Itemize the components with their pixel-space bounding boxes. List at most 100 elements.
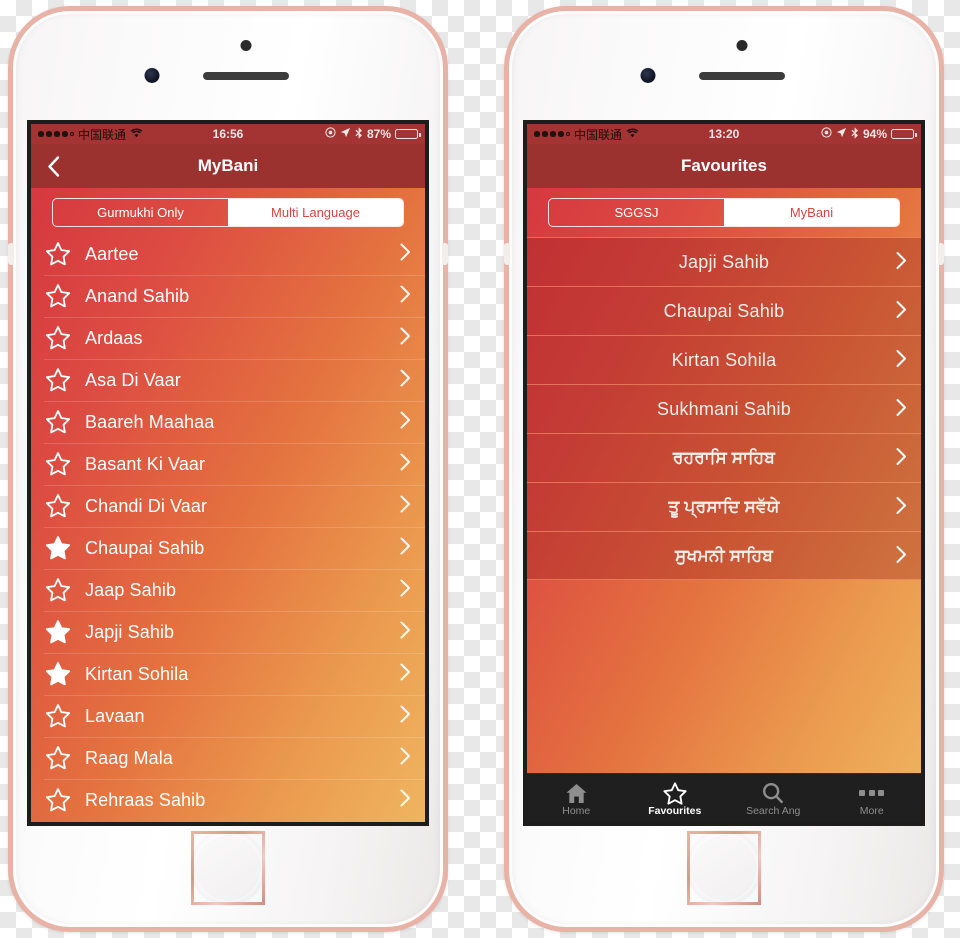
list-item[interactable]: Raag Mala <box>31 737 425 779</box>
bluetooth-icon <box>355 126 363 142</box>
location-arrow-icon <box>340 127 351 141</box>
screen-content: SGGSJ MyBani Japji Sahib Chaupai Sahib Kir… <box>527 188 921 822</box>
list-item[interactable]: Rehraas Sahib <box>31 779 425 821</box>
favourite-item-label: ਤੂ ਪ੍ਰਸਾਦਿ ਸਵੱਯੇ <box>668 497 780 516</box>
list-item[interactable]: Jaap Sahib <box>31 569 425 611</box>
phone-screen-left: 中国联通 16:56 87% MyBani Gurmukhi Only Mult… <box>27 120 429 826</box>
tab-label: Home <box>562 805 591 818</box>
screen-content: Gurmukhi Only Multi Language Aartee Anand… <box>31 188 425 822</box>
segment-gurmukhi-only[interactable]: Gurmukhi Only <box>53 199 228 226</box>
tab-favourites[interactable]: Favourites <box>626 774 725 822</box>
favourites-list: Japji Sahib Chaupai Sahib Kirtan Sohila Suk… <box>527 237 921 580</box>
favourite-item-label: ਸੁਖਮਨੀ ਸਾਹਿਬ <box>674 545 774 565</box>
star-icon[interactable] <box>44 409 72 435</box>
favourite-list-item[interactable]: Sukhmani Sahib <box>527 384 921 433</box>
star-icon[interactable] <box>44 787 72 813</box>
star-icon[interactable] <box>44 619 72 645</box>
chevron-right-icon <box>400 705 411 726</box>
star-icon <box>663 782 687 805</box>
star-icon[interactable] <box>44 535 72 561</box>
status-bar-right: 87% <box>325 126 421 142</box>
star-icon[interactable] <box>44 367 72 393</box>
star-icon[interactable] <box>44 451 72 477</box>
source-segmented-control[interactable]: SGGSJ MyBani <box>548 198 900 227</box>
phone-mockup-right: 中国联通 13:20 94% Favourites SGGSJ MyBani J… <box>504 6 944 932</box>
home-button[interactable] <box>191 831 265 905</box>
tab-label: More <box>859 805 884 818</box>
star-icon[interactable] <box>44 325 72 351</box>
tab-bar: Home Favourites Search Ang More <box>527 773 921 822</box>
list-item[interactable]: Japji Sahib <box>31 611 425 653</box>
favourite-list-item[interactable]: Chaupai Sahib <box>527 286 921 335</box>
tab-more[interactable]: More <box>823 774 922 822</box>
list-item[interactable]: Lavaan <box>31 695 425 737</box>
favourite-list-item[interactable]: Kirtan Sohila <box>527 335 921 384</box>
favourite-item-label: Japji Sahib <box>678 251 770 272</box>
star-icon[interactable] <box>44 577 72 603</box>
segment-sggsj[interactable]: SGGSJ <box>549 199 724 226</box>
favourite-list-item[interactable]: Japji Sahib <box>527 237 921 286</box>
chevron-right-icon <box>400 747 411 768</box>
tab-home[interactable]: Home <box>527 774 626 822</box>
language-segmented-control[interactable]: Gurmukhi Only Multi Language <box>52 198 404 227</box>
favourite-item-label: ਰਹਰਾਸਿ ਸਾਹਿਬ <box>672 448 776 467</box>
list-item-label: Baareh Maahaa <box>85 411 215 432</box>
back-button[interactable] <box>31 144 75 188</box>
chevron-right-icon <box>400 663 411 684</box>
page-title: Favourites <box>681 156 767 175</box>
star-icon[interactable] <box>44 241 72 267</box>
list-item-label: Japji Sahib <box>85 621 175 642</box>
chevron-right-icon <box>400 285 411 306</box>
favourite-list-item[interactable]: ਰਹਰਾਸਿ ਸਾਹਿਬ <box>527 433 921 482</box>
list-item-label: Aartee <box>85 243 139 264</box>
tab-search-ang[interactable]: Search Ang <box>724 774 823 822</box>
chevron-right-icon <box>400 495 411 516</box>
star-icon[interactable] <box>44 661 72 687</box>
list-item[interactable]: Chaupai Sahib <box>31 527 425 569</box>
phone-screen-right: 中国联通 13:20 94% Favourites SGGSJ MyBani J… <box>523 120 925 826</box>
carrier-name: 中国联通 <box>574 127 623 142</box>
location-arrow-icon <box>836 127 847 141</box>
chevron-right-icon <box>400 327 411 348</box>
list-item-label: Kirtan Sohila <box>85 663 189 684</box>
star-icon[interactable] <box>44 745 72 771</box>
battery-icon <box>891 129 917 139</box>
chevron-right-icon <box>896 448 907 469</box>
list-item[interactable]: Anand Sahib <box>31 275 425 317</box>
star-icon[interactable] <box>44 703 72 729</box>
list-item-label: Lavaan <box>85 705 145 726</box>
chevron-right-icon <box>896 252 907 273</box>
list-item[interactable]: Kirtan Sohila <box>31 653 425 695</box>
chevron-right-icon <box>400 453 411 474</box>
favourite-list-item[interactable]: ਸੁਖਮਨੀ ਸਾਹਿਬ <box>527 531 921 580</box>
chevron-right-icon <box>896 545 907 566</box>
list-item[interactable]: Baareh Maahaa <box>31 401 425 443</box>
list-item[interactable]: Basant Ki Vaar <box>31 443 425 485</box>
status-bar-left: 中国联通 <box>38 126 143 143</box>
list-item-label: Chaupai Sahib <box>85 537 205 558</box>
wifi-icon <box>130 128 143 140</box>
status-bar: 中国联通 13:20 94% <box>527 124 921 144</box>
favourite-list-item[interactable]: ਤੂ ਪ੍ਰਸਾਦਿ ਸਵੱਯੇ <box>527 482 921 531</box>
segment-multi-language[interactable]: Multi Language <box>228 199 403 226</box>
list-item[interactable]: Ardaas <box>31 317 425 359</box>
star-icon[interactable] <box>44 283 72 309</box>
home-button[interactable] <box>687 831 761 905</box>
battery-icon <box>395 129 421 139</box>
list-item[interactable]: Aartee <box>31 233 425 275</box>
signal-strength-dots <box>38 131 74 137</box>
antenna-line-left <box>504 243 510 265</box>
list-item-label: Rehraas Sahib <box>85 789 206 810</box>
proximity-sensor <box>736 40 748 51</box>
star-icon[interactable] <box>44 493 72 519</box>
segment-mybani[interactable]: MyBani <box>724 199 899 226</box>
list-item[interactable]: Asa Di Vaar <box>31 359 425 401</box>
favourite-item-label: Kirtan Sohila <box>671 349 777 370</box>
front-camera <box>640 68 656 83</box>
earpiece-speaker <box>203 72 289 80</box>
battery-percent-label: 87% <box>366 127 391 141</box>
status-bar: 中国联通 16:56 87% <box>31 124 425 144</box>
chevron-right-icon <box>400 579 411 600</box>
list-item[interactable]: Chandi Di Vaar <box>31 485 425 527</box>
antenna-line-left <box>8 243 14 265</box>
